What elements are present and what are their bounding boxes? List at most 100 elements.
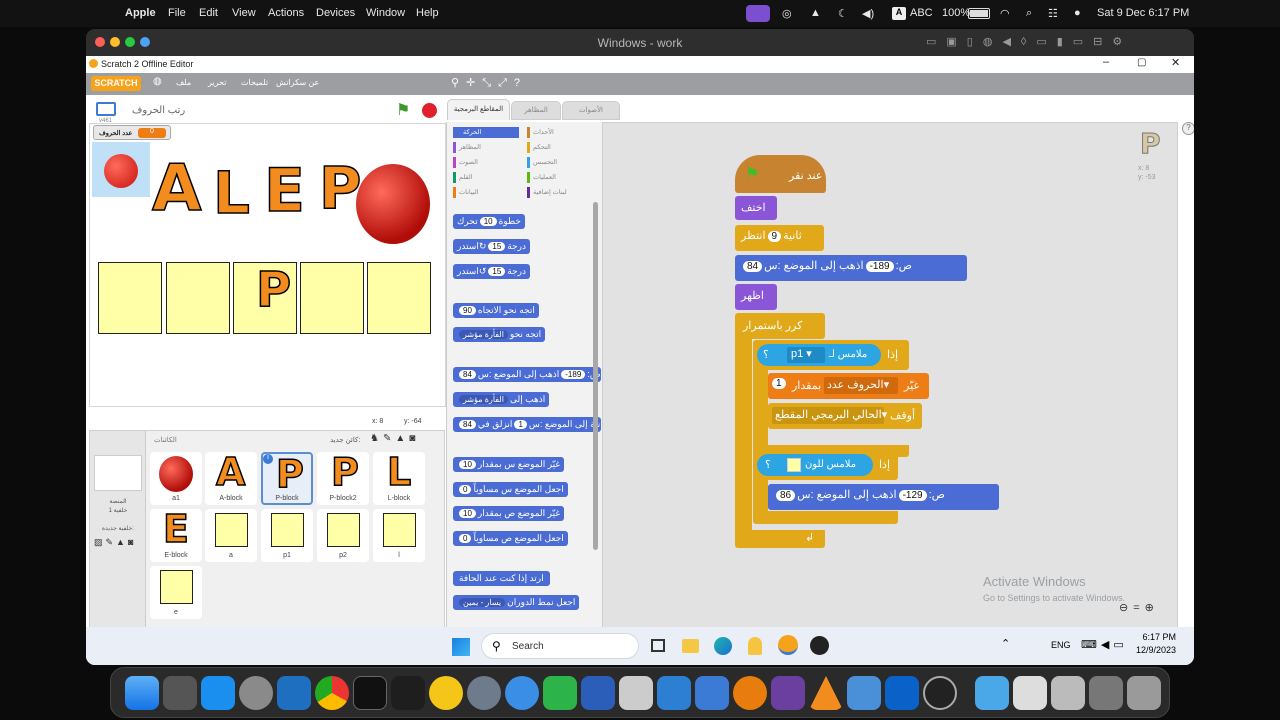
tab-sounds[interactable]: الأصوات: [562, 101, 620, 120]
stage[interactable]: عدد الحروف 0 A L E P P: [89, 123, 446, 407]
script-if-color[interactable]: إذا ؟ ملامس للون: [753, 450, 898, 480]
downloads-folder-icon[interactable]: [975, 676, 1009, 710]
category-motion[interactable]: الحركة: [453, 127, 519, 138]
block-input[interactable]: 1: [514, 420, 527, 429]
affinity-icon[interactable]: [771, 676, 805, 710]
category-sensing[interactable]: التحسس: [533, 158, 557, 166]
bell-icon[interactable]: ▲: [810, 7, 821, 19]
chrome-icon[interactable]: [315, 676, 349, 710]
block-go-to[interactable]: الفأرة مؤشر اذهب إلى: [453, 392, 550, 407]
xcode-icon[interactable]: [657, 676, 691, 710]
menu-about-ar[interactable]: عن سكراتش: [276, 78, 319, 87]
tray-icons[interactable]: ⌨◀▭: [1081, 638, 1128, 651]
tray-chevron-icon[interactable]: ⌃: [1001, 637, 1010, 650]
block-input[interactable]: 0: [459, 534, 472, 543]
block-input[interactable]: -129: [898, 490, 927, 501]
scripts-area[interactable]: P x: 8 y: -53 ? عند نقر ⚑ اختف ثانية9انت…: [602, 122, 1194, 656]
battery-percent[interactable]: 100%: [942, 7, 970, 19]
word-icon[interactable]: [581, 676, 615, 710]
parallels-windows-icon[interactable]: [847, 676, 881, 710]
category-control[interactable]: التحكم: [533, 143, 551, 151]
win-minimize-icon[interactable]: –: [1103, 56, 1109, 68]
sprite-l-block[interactable]: L L-block: [373, 449, 425, 505]
letter-a[interactable]: A: [151, 151, 202, 227]
app-bell-icon[interactable]: [748, 637, 762, 655]
eye-icon[interactable]: ◎: [782, 7, 792, 20]
mac-datetime[interactable]: Sat 9 Dec 6:17 PM: [1097, 7, 1189, 19]
block-set-y[interactable]: 0 اجعل الموضع ص مساوياً: [453, 531, 568, 546]
script-hide[interactable]: اختف: [735, 196, 777, 220]
input-source-label[interactable]: ABC: [910, 7, 933, 19]
sensing-touching-color[interactable]: ؟ ملامس للون: [757, 454, 873, 476]
siri-icon[interactable]: ●: [1074, 7, 1081, 19]
var-dropdown[interactable]: الحروف عدد▾: [824, 377, 898, 394]
block-change-y[interactable]: 10 غيّر الموضع ص بمقدار: [453, 506, 565, 521]
menu-actions[interactable]: Actions: [268, 7, 304, 19]
block-input[interactable]: 10: [459, 509, 476, 518]
launchpad-icon[interactable]: [163, 676, 197, 710]
taskbar-time[interactable]: 6:17 PM: [1126, 632, 1176, 642]
letter-e[interactable]: E: [263, 155, 306, 227]
sprite-e[interactable]: e: [150, 566, 202, 619]
sprite-a1[interactable]: a1: [150, 452, 202, 505]
menu-view[interactable]: View: [232, 7, 256, 19]
moon-icon[interactable]: ☾: [838, 7, 848, 20]
p-block-in-slot[interactable]: P: [255, 261, 292, 319]
menu-file[interactable]: File: [168, 7, 186, 19]
slot-4[interactable]: [300, 262, 364, 334]
block-dropdown[interactable]: يسار - يمين: [459, 598, 506, 607]
app-store-icon[interactable]: [201, 676, 235, 710]
sprite-p-block2[interactable]: P P-block2: [317, 449, 369, 505]
script-if-touching[interactable]: إذا ؟ p1 ▾ ملامس لـ: [753, 340, 909, 370]
stop-icon[interactable]: [422, 103, 437, 118]
block-turn-left[interactable]: درجة15↺استدر: [453, 264, 531, 279]
menu-file-ar[interactable]: ملف: [176, 78, 191, 87]
document-icon[interactable]: [1013, 676, 1047, 710]
block-glide[interactable]: 84 ثانية إلى الموضع :س1انزلق في: [453, 417, 601, 432]
block-input[interactable]: 0: [459, 485, 472, 494]
quicktime-icon[interactable]: [467, 676, 501, 710]
obs-icon[interactable]: [923, 676, 957, 710]
edge-icon[interactable]: [714, 637, 732, 655]
mac-app-name[interactable]: Apple: [125, 7, 156, 19]
sprite-p1[interactable]: p1: [261, 509, 313, 562]
block-input[interactable]: 10: [479, 217, 497, 226]
menu-help[interactable]: Help: [416, 7, 439, 19]
figma-icon[interactable]: [391, 676, 425, 710]
script-goto-xy-2[interactable]: 86 ص:-129اذهب إلى الموضع :س: [768, 484, 999, 510]
apple-sprite[interactable]: [356, 164, 430, 244]
block-dropdown[interactable]: الفأرة مؤشر: [459, 395, 508, 404]
menu-window[interactable]: Window: [366, 7, 405, 19]
green-flag-icon[interactable]: ⚑: [396, 100, 410, 120]
stage-thumb[interactable]: [94, 455, 142, 491]
win-close-icon[interactable]: ✕: [1171, 56, 1180, 69]
task-view-icon[interactable]: [651, 639, 665, 652]
block-move[interactable]: خطوة10تحرك: [453, 214, 525, 229]
sprite-p2[interactable]: p2: [317, 509, 369, 562]
new-sprite-tools-icon[interactable]: ♞✎▲◙: [370, 433, 419, 444]
block-rotation-style[interactable]: يسار - يمين اجعل نمط الدوران: [453, 595, 580, 610]
script-hat-flag[interactable]: عند نقر ⚑: [735, 155, 826, 193]
taskbar-lang[interactable]: ENG: [1051, 640, 1071, 650]
menu-tips-ar[interactable]: تلميحات: [241, 78, 268, 87]
category-events[interactable]: الأحداث: [533, 128, 554, 136]
help-icon[interactable]: ?: [1182, 122, 1194, 135]
palette-scrollbar[interactable]: [593, 202, 598, 550]
category-data[interactable]: البيانات: [459, 188, 479, 196]
input-source-icon[interactable]: A: [892, 7, 906, 20]
block-input[interactable]: 1: [772, 378, 786, 389]
block-point-direction[interactable]: 90 اتجه نحو الاتجاه: [453, 303, 539, 318]
block-input[interactable]: 84: [459, 370, 476, 379]
spotlight-icon[interactable]: ⌕: [1026, 7, 1032, 20]
vscode-icon[interactable]: [277, 676, 311, 710]
parallels-icon[interactable]: [746, 5, 770, 22]
block-bounce[interactable]: ارتد إذا كنت عند الحافة: [453, 571, 550, 586]
project-title[interactable]: رتب الحروف: [132, 105, 185, 116]
menu-devices[interactable]: Devices: [316, 7, 355, 19]
block-input[interactable]: 90: [459, 306, 476, 315]
taskbar-search[interactable]: ⚲ Search: [481, 633, 639, 659]
block-dropdown[interactable]: الفأرة مؤشر: [459, 330, 508, 339]
battery-icon[interactable]: [968, 8, 990, 19]
block-go-to-xy[interactable]: 84ص:-189اذهب إلى الموضع :س: [453, 367, 601, 382]
stop-dropdown[interactable]: الحالي البرمجي المقطع▾: [772, 407, 887, 424]
